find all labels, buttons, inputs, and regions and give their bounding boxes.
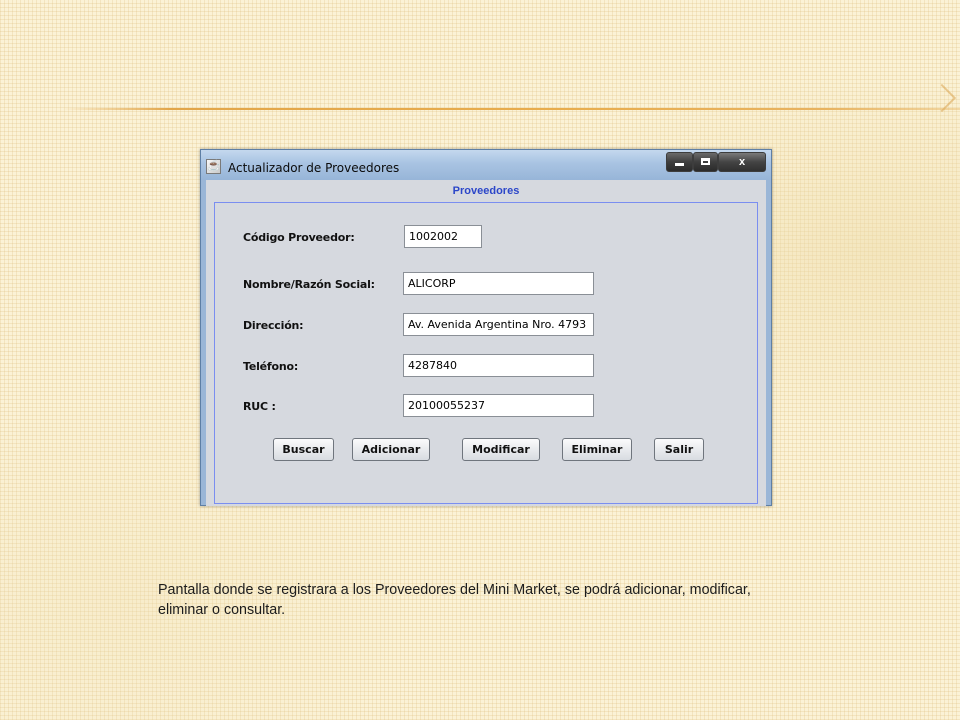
direccion-label: Dirección: <box>243 319 304 332</box>
panel-title: Proveedores <box>206 185 766 197</box>
ruc-label: RUC : <box>243 400 276 413</box>
java-app-icon[interactable]: ☕ <box>206 159 221 174</box>
window-client-area: Proveedores Código Proveedor: Nombre/Raz… <box>206 180 766 506</box>
slide-caption: Pantalla donde se registrara a los Prove… <box>158 582 751 618</box>
codigo-proveedor-input[interactable] <box>404 225 482 248</box>
app-window: ☕ Actualizador de Proveedores x Proveedo… <box>200 149 772 506</box>
eliminar-button[interactable]: Eliminar <box>562 438 632 461</box>
telefono-input[interactable] <box>403 354 594 377</box>
minimize-button[interactable] <box>666 152 693 172</box>
close-icon: x <box>738 156 746 168</box>
slide-title-rule <box>62 108 960 110</box>
adicionar-button[interactable]: Adicionar <box>352 438 430 461</box>
salir-button[interactable]: Salir <box>654 438 704 461</box>
telefono-label: Teléfono: <box>243 360 299 373</box>
modificar-button[interactable]: Modificar <box>462 438 540 461</box>
close-button[interactable]: x <box>718 152 766 172</box>
window-title: Actualizador de Proveedores <box>228 161 400 175</box>
maximize-button[interactable] <box>693 152 718 172</box>
maximize-icon <box>701 158 710 165</box>
minimize-icon <box>675 163 684 166</box>
razon-social-input[interactable] <box>403 272 594 295</box>
nombre-label: Nombre/Razón Social: <box>243 278 375 291</box>
ruc-input[interactable] <box>403 394 594 417</box>
codigo-label: Código Proveedor: <box>243 231 355 244</box>
buscar-button[interactable]: Buscar <box>273 438 334 461</box>
panel-title-text: Proveedores <box>446 185 526 197</box>
window-titlebar[interactable]: ☕ Actualizador de Proveedores x <box>201 150 771 180</box>
direccion-input[interactable] <box>403 313 594 336</box>
